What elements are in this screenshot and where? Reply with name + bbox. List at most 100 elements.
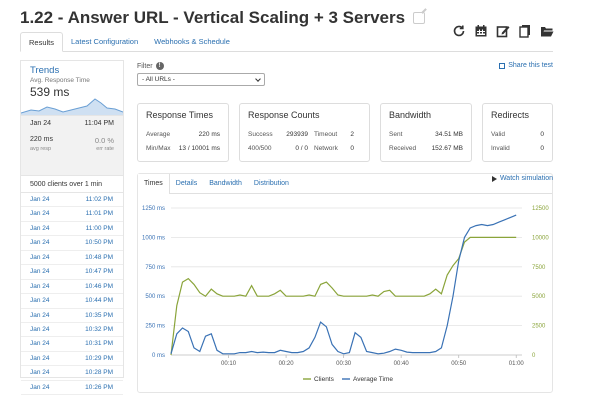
- run-date: Jan 24: [30, 354, 50, 362]
- stat-value: 2: [350, 131, 354, 138]
- stat-value: 13 / 10001 ms: [178, 145, 220, 152]
- run-time: 10:50 PM: [85, 239, 113, 247]
- watch-simulation-label: Watch simulation: [499, 175, 553, 182]
- y-left-tick-label: 250 ms: [145, 324, 165, 330]
- run-date: Jan 24: [30, 268, 50, 276]
- run-time: 10:35 PM: [85, 311, 113, 319]
- share-label: Share this test: [508, 62, 553, 69]
- y-right-tick-label: 5000: [532, 294, 546, 300]
- tab-latest-configuration[interactable]: Latest Configuration: [63, 32, 146, 52]
- run-time: 10:46 PM: [85, 282, 113, 290]
- trends-subtitle: Avg. Response Time: [30, 77, 90, 84]
- series-line-average-time: [170, 214, 517, 355]
- response-counts-card: Response Counts Success 293939 Timeout 2 40…: [239, 103, 370, 162]
- bandwidth-card: Bandwidth Sent 34.51 MB Received 152.67 MB: [380, 103, 472, 162]
- run-date: Jan 24: [30, 239, 50, 247]
- stat-label: 400/500: [248, 145, 272, 152]
- stat-value: 152.67 MB: [431, 145, 463, 152]
- run-time: 10:31 PM: [85, 340, 113, 348]
- run-time: 10:28 PM: [85, 369, 113, 377]
- run-list-item[interactable]: Jan 24 10:50 PM: [21, 236, 123, 251]
- share-link[interactable]: Share this test: [499, 62, 553, 69]
- legend-label: Clients: [314, 376, 335, 383]
- stat-label: Invalid: [491, 145, 510, 152]
- run-list-item[interactable]: Jan 24 10:46 PM: [21, 280, 123, 295]
- chart-tab-distribution[interactable]: Distribution: [248, 174, 295, 194]
- selected-run[interactable]: Jan 24 11:04 PM 220 ms 0.0 % avg resp er…: [21, 115, 123, 175]
- chart-tab-details[interactable]: Details: [170, 174, 203, 194]
- run-list-item[interactable]: Jan 24 11:00 PM: [21, 222, 123, 237]
- run-date: Jan 24: [30, 340, 50, 348]
- stat-value: 220 ms: [198, 131, 220, 138]
- run-time: 11:02 PM: [85, 196, 113, 203]
- filter-label-text: Filter: [137, 62, 153, 70]
- response-chart: 0 ms 250 ms 500 ms 750 ms 1000 ms 1250 ms 0 250…: [142, 206, 549, 383]
- page-title: 1.22 - Answer URL - Vertical Scaling + 3…: [20, 8, 406, 27]
- y-left-tick-label: 0 ms: [152, 353, 165, 359]
- chart-tab-bandwidth[interactable]: Bandwidth: [203, 174, 248, 194]
- edit-title-icon[interactable]: [413, 12, 426, 24]
- y-right-tick-label: 2500: [532, 324, 546, 330]
- run-time: 10:47 PM: [85, 268, 113, 276]
- trends-title[interactable]: Trends: [30, 65, 114, 76]
- run-list-item[interactable]: Jan 24 10:47 PM: [21, 265, 123, 280]
- y-left-tick-label: 1250 ms: [142, 206, 165, 212]
- run-list-item[interactable]: Jan 24 10:29 PM: [21, 352, 123, 367]
- stat-value: 293939: [286, 131, 308, 138]
- run-date: Jan 24: [30, 311, 50, 319]
- run-list-item[interactable]: Jan 24 11:01 PM: [21, 207, 123, 222]
- y-left-tick-label: 750 ms: [145, 265, 165, 271]
- stat-value: 0: [540, 145, 544, 152]
- x-tick-label: 00:20: [279, 361, 295, 367]
- y-right-tick-label: 0: [532, 353, 536, 359]
- run-date: Jan 24: [30, 196, 50, 203]
- stat-label: Timeout: [314, 131, 338, 138]
- tab-results[interactable]: Results: [20, 32, 64, 52]
- watch-simulation-link[interactable]: Watch simulation: [491, 175, 553, 182]
- err-rate-label: err rate: [96, 146, 114, 152]
- stat-label: Min/Max: [146, 145, 171, 152]
- run-date: Jan 24: [30, 383, 50, 391]
- run-date: Jan 24: [30, 253, 50, 261]
- y-right-tick-label: 10000: [532, 235, 549, 241]
- chart-tab-times[interactable]: Times: [138, 174, 170, 194]
- share-icon: [499, 62, 506, 69]
- run-list-item[interactable]: Jan 24 10:44 PM: [21, 294, 123, 309]
- url-filter-select[interactable]: - All URLs -: [137, 73, 265, 86]
- stat-value: 0 / 0: [295, 145, 308, 152]
- run-list-item[interactable]: Jan 24 10:26 PM: [21, 381, 123, 396]
- y-left-tick-label: 1000 ms: [142, 235, 165, 241]
- tab-webhooks-schedule[interactable]: Webhooks & Schedule: [146, 32, 238, 52]
- run-list-item[interactable]: Jan 24 10:28 PM: [21, 366, 123, 381]
- filter-label: Filter !: [137, 62, 164, 70]
- x-tick-label: 00:10: [221, 361, 237, 367]
- run-time: 10:44 PM: [85, 297, 113, 305]
- run-time: 10:32 PM: [85, 325, 113, 333]
- clients-summary: 5000 clients over 1 min: [21, 175, 123, 193]
- selected-run-date: Jan 24: [30, 120, 52, 127]
- run-date: Jan 24: [30, 325, 50, 333]
- run-list-item[interactable]: Jan 24 10:35 PM: [21, 309, 123, 323]
- card-title: Response Times: [146, 110, 214, 120]
- y-right-tick-label: 12500: [532, 206, 549, 212]
- main-tabs: Results Latest Configuration Webhooks & …: [20, 32, 553, 52]
- run-time: 10:26 PM: [85, 383, 113, 391]
- card-title: Redirects: [491, 110, 530, 120]
- run-list-item[interactable]: Jan 24 10:32 PM: [21, 323, 123, 338]
- run-time: 11:00 PM: [85, 224, 113, 232]
- stat-label: Average: [146, 131, 171, 138]
- run-list-item[interactable]: Jan 24 10:48 PM: [21, 251, 123, 266]
- run-date: Jan 24: [30, 224, 50, 232]
- trends-panel[interactable]: Trends Avg. Response Time 539 ms: [21, 61, 123, 115]
- stat-label: Success: [248, 131, 273, 138]
- run-list: Jan 24 11:02 PM Jan 24 11:01 PM Jan 24 11:00 …: [21, 193, 123, 396]
- err-rate-value: 0.0 %: [94, 136, 114, 145]
- run-date: Jan 24: [30, 282, 50, 290]
- info-icon[interactable]: !: [155, 62, 164, 70]
- legend-label: Average Time: [353, 376, 393, 383]
- run-list-item[interactable]: Jan 24 10:31 PM: [21, 337, 123, 352]
- stat-value: 34.51 MB: [435, 131, 463, 138]
- response-times-card: Response Times Average 220 ms Min/Max 13 /…: [137, 103, 229, 162]
- avg-resp-value: 220 ms: [30, 136, 53, 143]
- run-list-item[interactable]: Jan 24 11:02 PM: [21, 193, 123, 208]
